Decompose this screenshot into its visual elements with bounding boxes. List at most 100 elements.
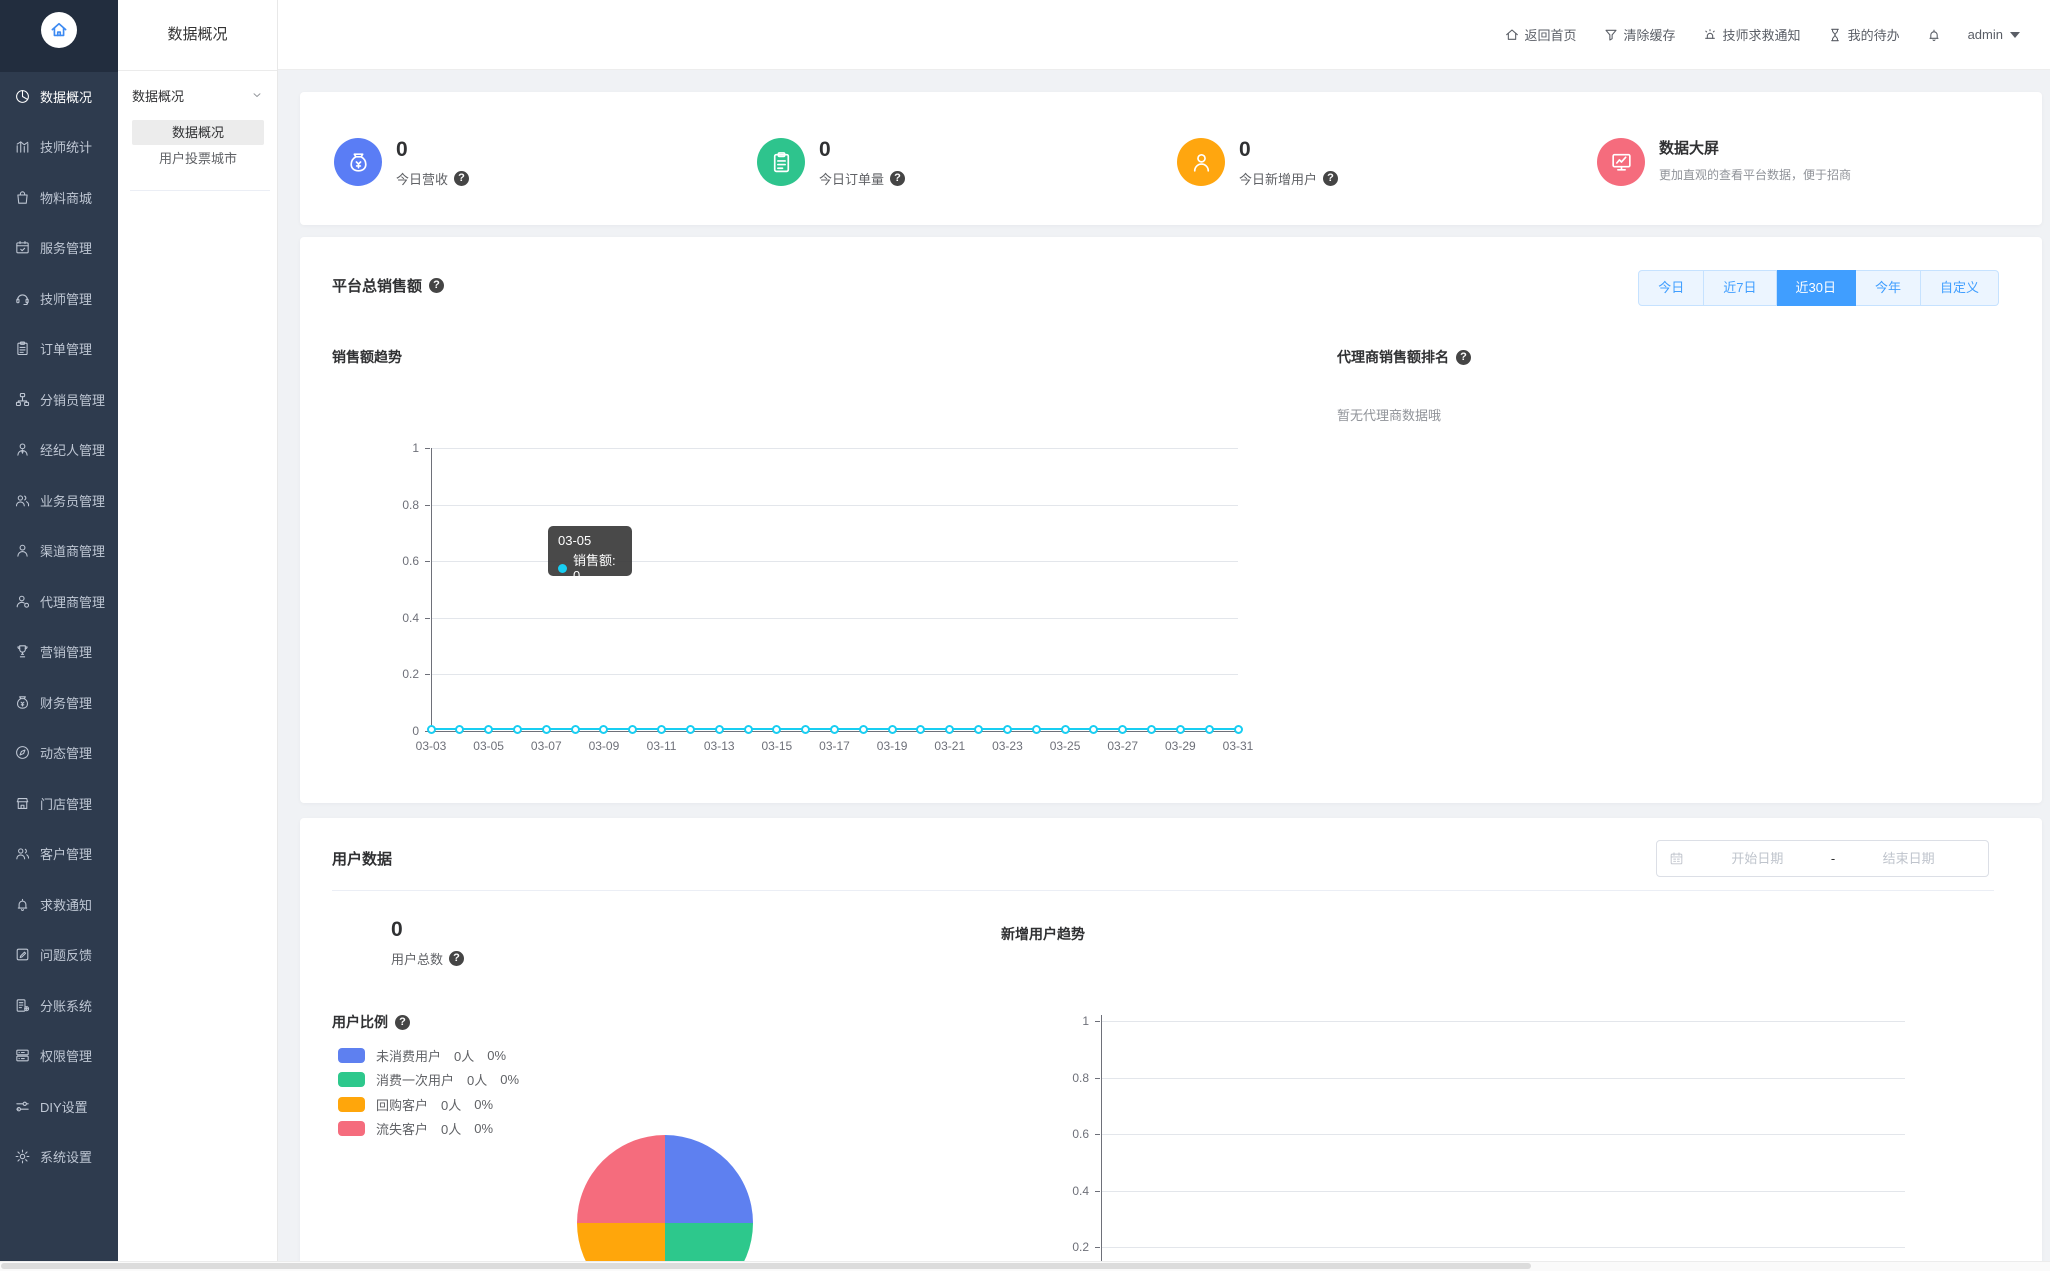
data-point-marker [1089, 724, 1099, 734]
sidebar-item[interactable]: 分销员管理 [0, 377, 118, 421]
stat-item: 0 今日营收 [334, 138, 470, 188]
sidebar-item-label: 技师统计 [40, 140, 93, 155]
gridline [1101, 1134, 1905, 1136]
scrollbar-thumb[interactable] [1, 1263, 1531, 1269]
bar-chart-icon [16, 141, 29, 153]
sidebar-item-label: 渠道商管理 [40, 544, 106, 559]
agent-ranking-title-text: 代理商销售额排名 [1337, 349, 1449, 365]
x-axis-label: 03-07 [530, 739, 562, 753]
sidebar-item[interactable]: 动态管理 [0, 731, 118, 775]
y-axis-label: 1 [412, 441, 419, 455]
sidebar-item[interactable]: 财务管理 [0, 680, 118, 724]
tooltip-value: 销售额: 0 [573, 553, 616, 583]
x-axis-label: 03-23 [992, 739, 1023, 753]
header-link-label: 我的待办 [1847, 28, 1900, 43]
sidebar-item[interactable]: 服务管理 [0, 226, 118, 270]
data-point-marker [1175, 724, 1185, 734]
sidebar-item[interactable]: DIY设置 [0, 1084, 118, 1128]
clipboard-icon [17, 341, 28, 356]
agent-ranking-empty: 暂无代理商数据哦 [1337, 408, 1442, 423]
sidebar-item[interactable]: 业务员管理 [0, 478, 118, 522]
sidebar-item[interactable]: 权限管理 [0, 1034, 118, 1078]
data-point-marker [426, 724, 436, 734]
data-point-marker [858, 724, 868, 734]
header-link[interactable]: 清除缓存 [1603, 25, 1676, 44]
person-icon [1193, 153, 1209, 172]
stat-item: 0 今日订单量 [757, 138, 906, 188]
sidebar-item-label: 财务管理 [40, 695, 93, 711]
person-icon [17, 544, 28, 557]
bigscreen-subtitle: 更加直观的查看平台数据，便于招商 [1659, 168, 1852, 182]
gridline [431, 674, 1238, 676]
sidebar-item[interactable]: 数据概况 [0, 74, 118, 118]
notifications-button[interactable] [1926, 27, 1942, 43]
sidebar-item-label: 技师管理 [40, 291, 93, 307]
data-bigscreen-link[interactable]: 数据大屏 更加直观的查看平台数据，便于招商 [1597, 138, 1851, 186]
clipboard-icon [773, 151, 789, 172]
x-axis-label: 03-27 [1107, 739, 1139, 753]
y-axis-label: 1 [1082, 1014, 1089, 1028]
sidebar-item[interactable]: 经纪人管理 [0, 428, 118, 472]
data-point-marker [714, 724, 724, 734]
hourglass-icon [1830, 28, 1839, 41]
header-link[interactable]: 技师求救通知 [1702, 25, 1801, 44]
subnav-divider [130, 190, 270, 191]
caret-down-icon [2010, 31, 2020, 38]
x-axis-label: 03-17 [819, 739, 850, 753]
data-point-marker [887, 724, 897, 734]
sidebar-item[interactable]: 渠道商管理 [0, 529, 118, 573]
help-icon[interactable] [1323, 171, 1339, 186]
help-icon[interactable] [890, 171, 906, 186]
y-axis-label: 0 [412, 724, 419, 738]
sidebar-item[interactable]: 订单管理 [0, 327, 118, 371]
sidebar-item[interactable]: 技师管理 [0, 276, 118, 320]
feedback-icon [16, 948, 29, 961]
sidebar-item[interactable]: 问题反馈 [0, 933, 118, 977]
sidebar-item-label: 物料商城 [40, 190, 93, 206]
sidebar-item[interactable]: 营销管理 [0, 630, 118, 674]
sidebar-item[interactable]: 物料商城 [0, 175, 118, 219]
money-bag-icon-wrap [334, 138, 382, 186]
subnav-group-toggle[interactable]: 数据概况 [118, 82, 277, 108]
header-link[interactable]: 我的待办 [1827, 25, 1900, 44]
stat-item: 0 今日新增用户 [1177, 138, 1339, 188]
x-axis-label: 03-25 [1049, 739, 1081, 753]
data-point-marker [512, 724, 522, 734]
help-icon[interactable] [454, 171, 470, 186]
x-axis-label: 03-13 [703, 739, 735, 753]
app-logo[interactable] [41, 12, 77, 48]
sidebar-item-label: 权限管理 [40, 1049, 93, 1064]
data-point-marker [685, 724, 695, 734]
user-menu[interactable]: admin [1968, 27, 2020, 42]
sidebar-item[interactable]: 系统设置 [0, 1135, 118, 1179]
sidebar-item[interactable]: 代理商管理 [0, 579, 118, 623]
data-point-marker [1118, 724, 1128, 734]
x-axis-label: 03-11 [646, 739, 677, 753]
x-axis-label: 03-03 [415, 739, 447, 753]
sales-trend-chart: 0 0.2 0.4 0.6 0.8 1 03-03 03-05 03-07 03-09 03-11 0… [300, 237, 2042, 803]
gridline [431, 448, 1238, 449]
sidebar-item[interactable]: 客户管理 [0, 832, 118, 876]
subnav-item[interactable]: 用户投票城市 [132, 146, 264, 171]
sidebar-item-label: 业务员管理 [40, 493, 106, 509]
sidebar: 数据概况技师统计物料商城服务管理技师管理订单管理分销员管理经纪人管理业务员管理渠… [0, 0, 118, 1271]
header-link-label: 清除缓存 [1623, 28, 1676, 43]
x-axis-label: 03-19 [876, 739, 908, 753]
subnav-item[interactable]: 数据概况 [132, 120, 264, 145]
storefront-icon [16, 797, 29, 809]
y-axis-line [1101, 1015, 1102, 1271]
data-point-marker [974, 724, 984, 734]
help-icon[interactable] [1456, 349, 1471, 365]
sidebar-item[interactable]: 分账系统 [0, 983, 118, 1027]
sidebar-item-label: 数据概况 [40, 89, 93, 105]
sidebar-item[interactable]: 门店管理 [0, 781, 118, 825]
data-point-marker [743, 724, 753, 734]
new-users-trend-chart: 1 0.8 0.6 0.4 0.2 [300, 818, 2042, 1271]
gridline [431, 504, 1238, 506]
data-point-marker [628, 724, 638, 734]
sidebar-item[interactable]: 求救通知 [0, 882, 118, 926]
y-axis-label: 0.6 [1072, 1127, 1089, 1142]
data-point-marker [455, 724, 465, 734]
header-link[interactable]: 返回首页 [1504, 25, 1577, 44]
sidebar-item[interactable]: 技师统计 [0, 125, 118, 169]
